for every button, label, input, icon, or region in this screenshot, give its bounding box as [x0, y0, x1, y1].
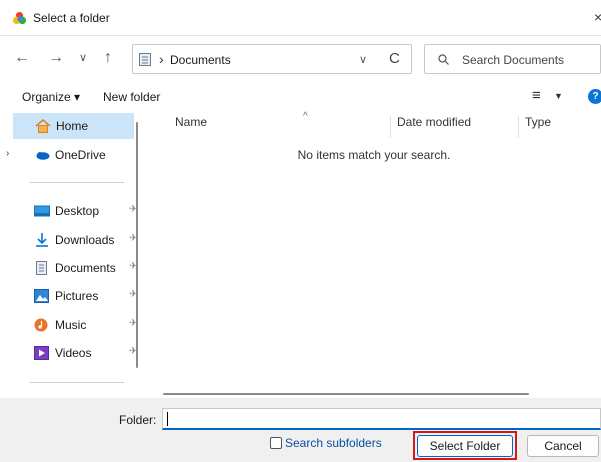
sidebar-item-desktop[interactable]: Desktop ✈: [12, 198, 137, 224]
column-divider[interactable]: [390, 116, 391, 138]
sidebar-divider: [30, 182, 124, 183]
sidebar-item-music[interactable]: Music ✈: [12, 312, 137, 338]
sidebar-item-label: Videos: [55, 346, 92, 360]
column-label: Name: [175, 115, 208, 129]
navigation-pane: Home › OneDrive Desktop ✈ Downloads ✈ Do…: [0, 112, 147, 398]
help-icon[interactable]: ?: [588, 89, 601, 104]
empty-state-message: No items match your search.: [297, 148, 451, 162]
column-label: Type: [525, 115, 552, 129]
chevron-down-icon[interactable]: ∨: [359, 53, 367, 66]
text-caret: [167, 412, 168, 426]
organize-button[interactable]: Organize ▾: [22, 90, 80, 104]
close-icon[interactable]: ×: [594, 9, 601, 25]
sidebar-item-label: Downloads: [55, 233, 115, 247]
video-icon: [34, 346, 49, 360]
expand-chevron-icon[interactable]: ›: [6, 148, 9, 159]
forward-arrow-icon[interactable]: →: [47, 49, 65, 67]
sidebar-item-label: OneDrive: [55, 148, 106, 162]
folder-icon: [139, 53, 151, 66]
new-folder-button[interactable]: New folder: [103, 90, 160, 104]
horizontal-scrollbar[interactable]: [163, 393, 529, 395]
sidebar-divider: [30, 382, 124, 383]
download-icon: [36, 233, 48, 247]
column-header-date-modified[interactable]: Date modified: [397, 115, 517, 139]
picture-icon: [34, 289, 49, 303]
sidebar-item-label: Pictures: [55, 289, 99, 303]
desktop-icon: [34, 205, 50, 217]
address-box[interactable]: › Documents ∨ C: [132, 44, 412, 74]
bottom-pane: Folder: Search subfolders Select Folder …: [0, 398, 601, 462]
column-header-type[interactable]: Type: [525, 115, 595, 139]
sidebar-item-downloads[interactable]: Downloads ✈: [12, 227, 137, 253]
column-divider[interactable]: [518, 116, 519, 138]
select-folder-button[interactable]: Select Folder: [417, 435, 513, 457]
address-bar-row: ← → ∨ ↑ › Documents ∨ C Search Documents: [0, 37, 601, 81]
recent-locations-icon[interactable]: ∨: [74, 49, 92, 67]
folder-name-input[interactable]: [162, 408, 601, 430]
search-placeholder: Search Documents: [462, 53, 565, 67]
view-dropdown-icon[interactable]: ▼: [554, 91, 563, 101]
sidebar-item-videos[interactable]: Videos ✈: [12, 340, 137, 366]
sidebar-item-documents[interactable]: Documents ✈: [12, 255, 137, 281]
search-subfolders-checkbox[interactable]: [270, 437, 282, 449]
breadcrumb-separator-icon: ›: [159, 51, 164, 67]
cancel-button[interactable]: Cancel: [527, 435, 599, 457]
sidebar-item-home[interactable]: Home: [13, 113, 134, 139]
music-icon: [34, 318, 48, 332]
window-title: Select a folder: [33, 11, 110, 25]
app-logo-icon: [12, 11, 27, 25]
command-bar: Organize ▾ New folder ≡ ▼ ?: [0, 82, 601, 112]
sidebar-item-label: Desktop: [55, 204, 100, 218]
search-input[interactable]: Search Documents: [424, 44, 601, 74]
search-subfolders-label[interactable]: Search subfolders: [285, 436, 382, 450]
sidebar-scrollbar[interactable]: [136, 122, 138, 368]
cloud-icon: [36, 152, 50, 160]
sort-ascending-icon: ^: [303, 111, 308, 122]
title-bar: Select a folder ×: [0, 0, 601, 36]
view-options-icon[interactable]: ≡: [532, 87, 541, 104]
file-list: Name ^ Date modified Type No items match…: [147, 111, 601, 398]
sidebar-item-label: Home: [56, 119, 89, 133]
up-arrow-icon[interactable]: ↑: [99, 49, 117, 67]
column-label: Date modified: [397, 115, 472, 129]
sidebar-item-label: Music: [55, 318, 87, 332]
folder-label: Folder:: [119, 413, 157, 427]
search-icon: [438, 54, 449, 65]
sidebar-item-onedrive[interactable]: › OneDrive: [6, 142, 134, 168]
document-icon: [36, 261, 47, 275]
breadcrumb-documents[interactable]: Documents: [170, 53, 231, 67]
column-header-name[interactable]: Name ^: [175, 111, 385, 139]
sidebar-item-label: Documents: [55, 261, 116, 275]
sidebar-item-pictures[interactable]: Pictures ✈: [12, 283, 137, 309]
home-icon: [35, 119, 51, 133]
back-arrow-icon[interactable]: ←: [13, 49, 31, 67]
refresh-icon[interactable]: C: [389, 50, 400, 67]
